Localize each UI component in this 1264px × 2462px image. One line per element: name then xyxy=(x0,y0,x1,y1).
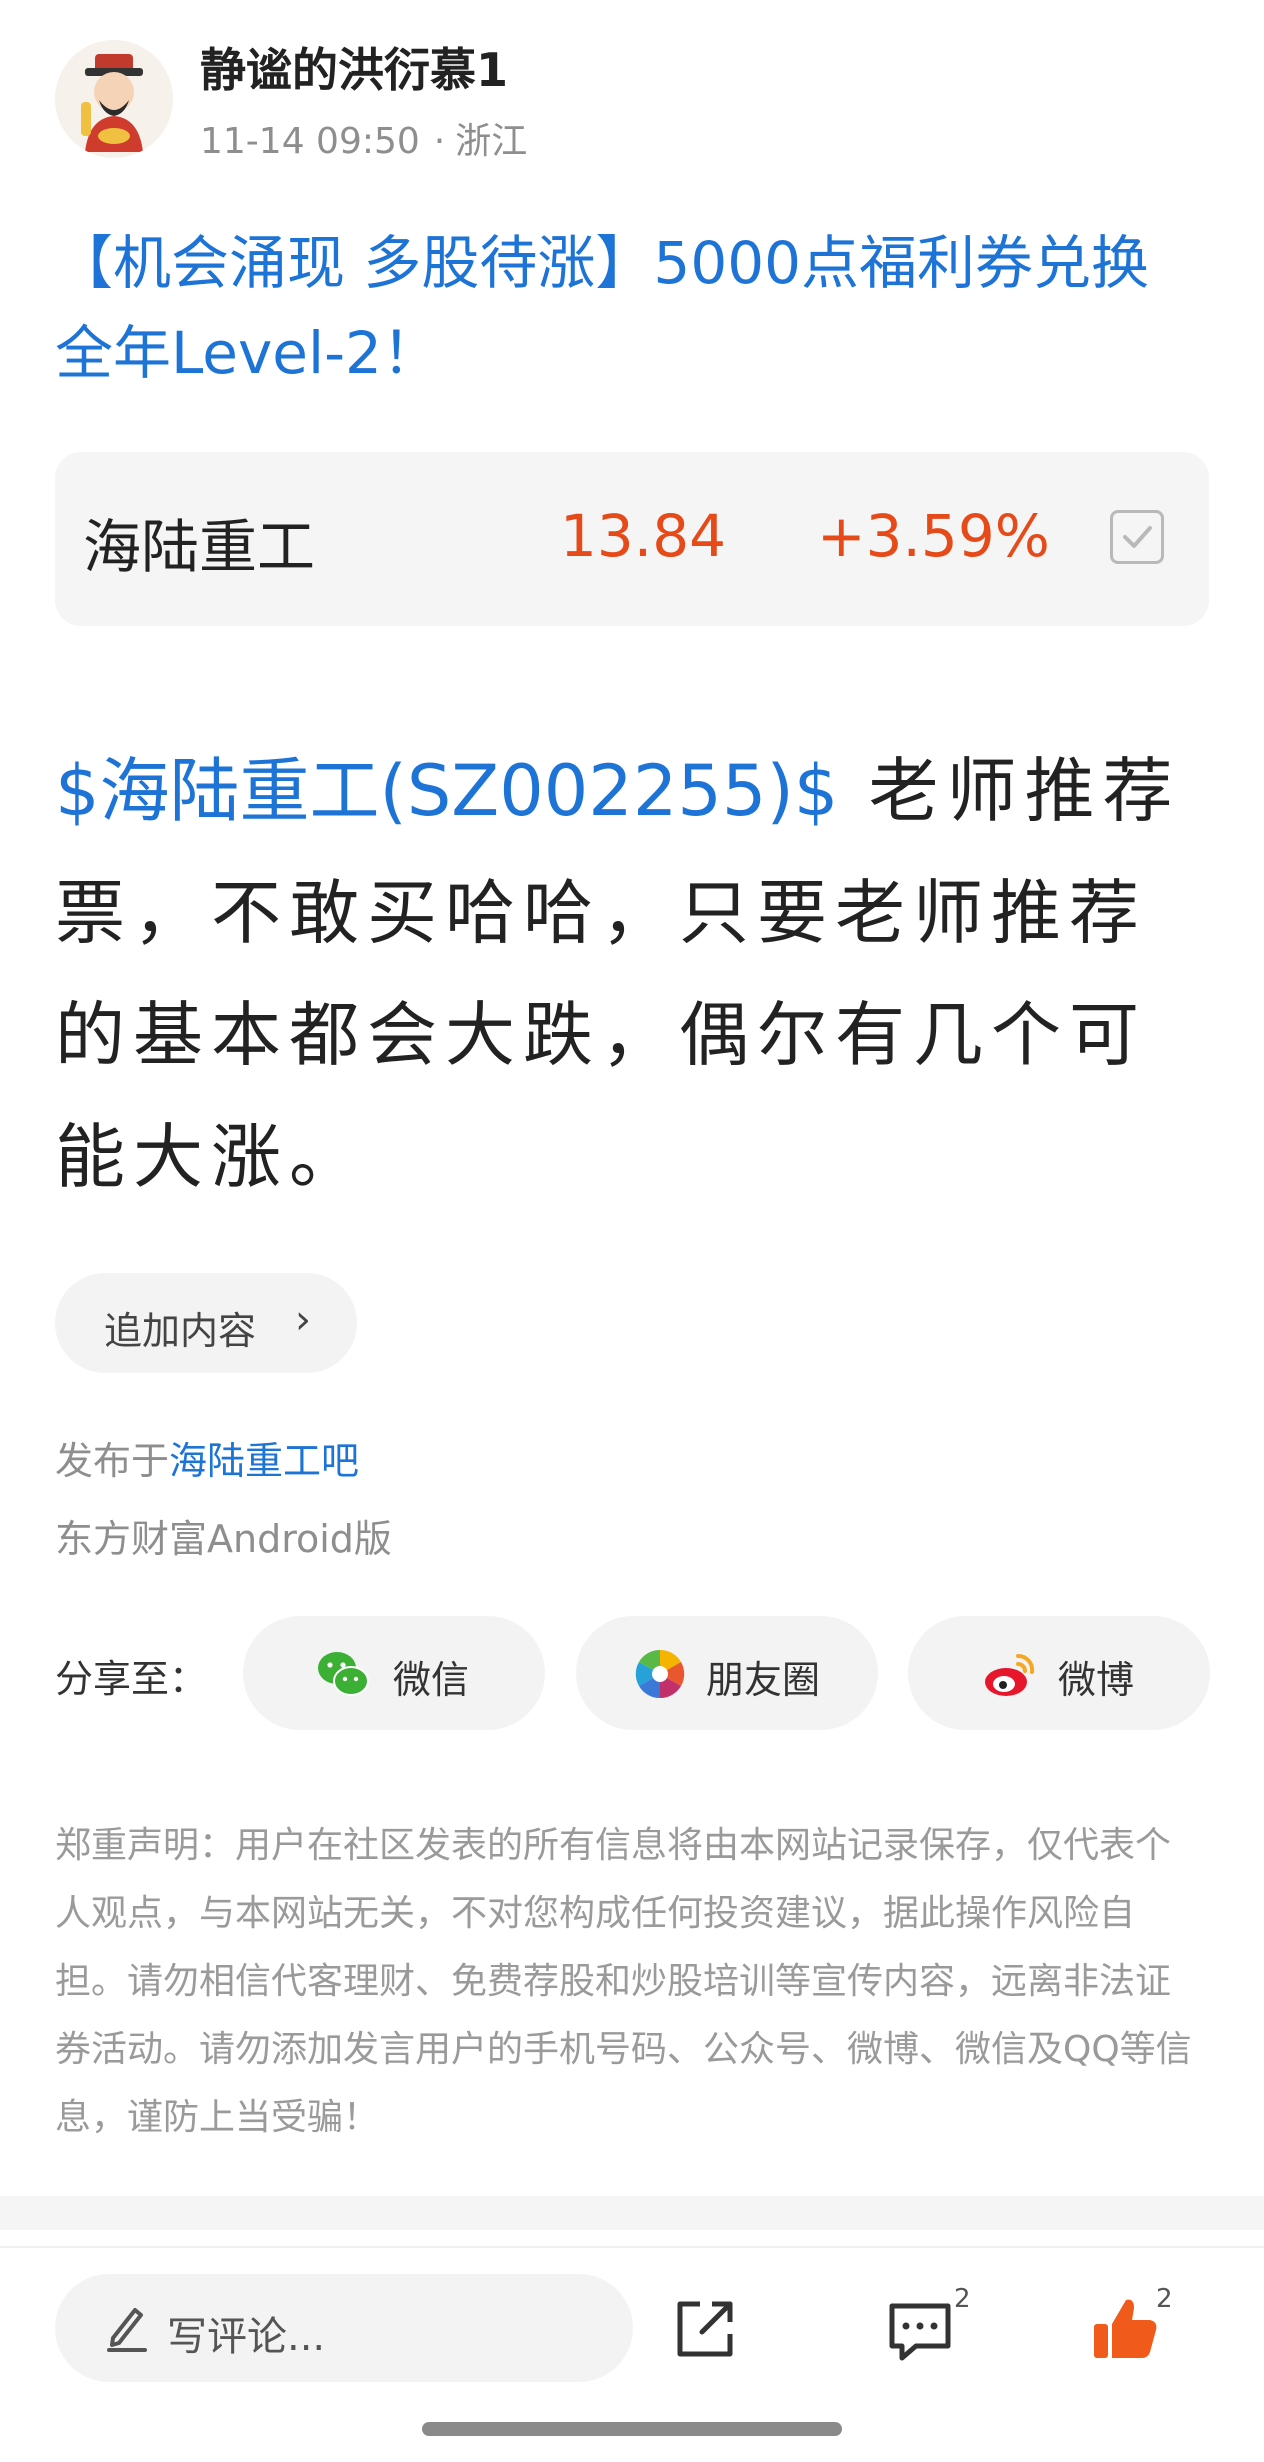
stock-tag-link[interactable]: $海陆重工(SZ002255)$ xyxy=(55,750,838,832)
wechat-icon xyxy=(318,1652,369,1696)
share-label: 分享至： xyxy=(55,1657,208,1701)
stock-card[interactable]: 海陆重工 13.84 +3.59% xyxy=(55,452,1209,626)
comment-count: 2 xyxy=(954,2284,971,2314)
share-moments-button[interactable]: 朋友圈 xyxy=(576,1616,878,1730)
append-content-button[interactable]: 追加内容 › xyxy=(55,1273,357,1373)
bottom-action-bar: 写评论... 2 2 xyxy=(0,2246,1264,2406)
post-body: $海陆重工(SZ002255)$ 老师推荐票，不敢买哈哈，只要老师推荐的基本都会… xyxy=(55,730,1215,1218)
comment-input[interactable]: 写评论... xyxy=(55,2274,633,2382)
post-location: 浙江 xyxy=(455,121,528,162)
weibo-icon xyxy=(985,1653,1035,1696)
comment-icon[interactable] xyxy=(886,2298,954,2364)
home-indicator[interactable] xyxy=(422,2422,842,2436)
share-weibo-button[interactable]: 微博 xyxy=(908,1616,1210,1730)
meta-separator: · xyxy=(433,121,446,162)
share-weibo-label: 微博 xyxy=(1058,1658,1135,1702)
moments-icon xyxy=(635,1649,685,1699)
stock-change: +3.59% xyxy=(817,502,1050,570)
like-count: 2 xyxy=(1156,2284,1173,2314)
published-in: 发布于海陆重工吧 xyxy=(55,1430,359,1485)
stock-name: 海陆重工 xyxy=(83,513,316,581)
add-watchlist-checkbox[interactable] xyxy=(1110,510,1164,564)
published-prefix: 发布于 xyxy=(55,1439,170,1483)
post-meta: 11-14 09:50 · 浙江 xyxy=(200,112,527,164)
section-divider xyxy=(0,2196,1264,2230)
post-time: 11-14 09:50 xyxy=(200,121,420,162)
disclaimer: 郑重声明：用户在社区发表的所有信息将由本网站记录保存，仅代表个人观点，与本网站无… xyxy=(55,1825,1192,2138)
check-icon xyxy=(1123,526,1152,548)
client-source: 东方财富Android版 xyxy=(55,1517,392,1561)
chevron-right-icon: › xyxy=(295,1297,311,1343)
bar-link[interactable]: 海陆重工吧 xyxy=(169,1439,359,1483)
post-header: 静谧的洪衍慕1 11-14 09:50 · 浙江 xyxy=(55,28,1205,168)
share-icon[interactable] xyxy=(672,2296,738,2362)
stock-price: 13.84 xyxy=(560,502,727,570)
share-moments-label: 朋友圈 xyxy=(706,1658,821,1702)
share-wechat-label: 微信 xyxy=(393,1658,470,1702)
append-content-label: 追加内容 xyxy=(104,1309,257,1353)
thumbs-up-icon[interactable] xyxy=(1090,2294,1160,2364)
avatar[interactable] xyxy=(55,40,173,158)
share-wechat-button[interactable]: 微信 xyxy=(243,1616,545,1730)
pen-icon xyxy=(107,2308,147,2352)
promo-link[interactable]: 【机会涌现 多股待涨】5000点福利券兑换全年Level-2！ xyxy=(55,218,1205,398)
comment-placeholder: 写评论... xyxy=(167,2314,326,2360)
username[interactable]: 静谧的洪衍慕1 xyxy=(200,34,508,100)
